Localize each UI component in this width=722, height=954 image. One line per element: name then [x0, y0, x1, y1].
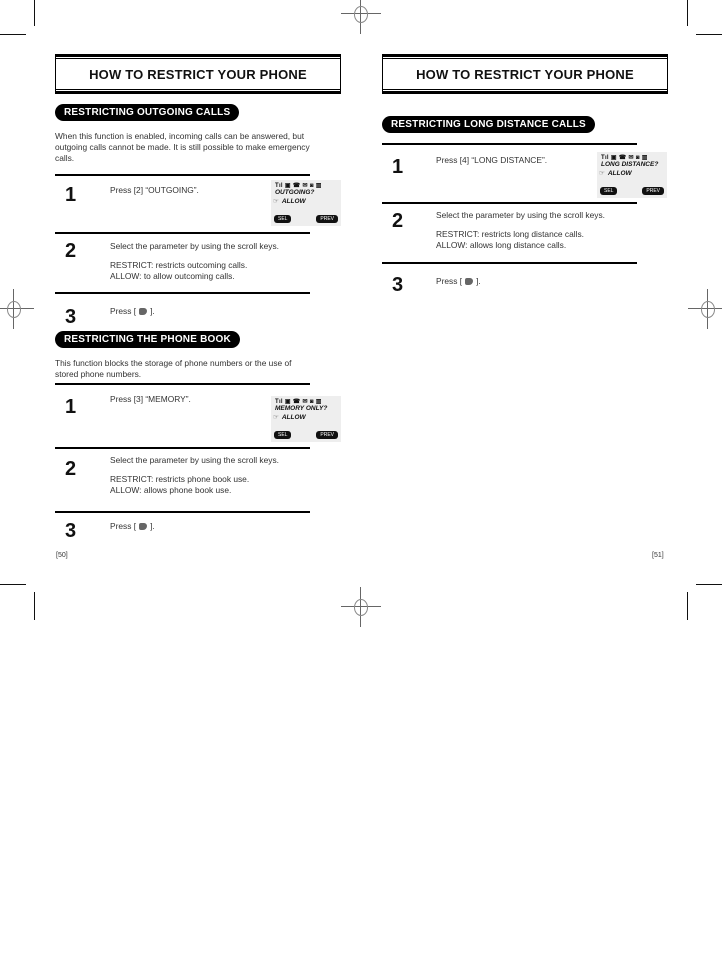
- pointer-icon: ☞: [273, 414, 279, 421]
- soft-key-sel: SEL: [274, 431, 292, 439]
- step-number: 3: [65, 306, 77, 328]
- screen-value: ☞ ALLOW: [599, 170, 632, 177]
- page-title-box: HOW TO RESTRICT YOUR PHONE: [382, 54, 668, 94]
- step-text: Press [4] “LONG DISTANCE”.: [436, 155, 548, 165]
- step-divider: [55, 447, 310, 449]
- step-text: Press [3] “MEMORY”.: [110, 394, 191, 404]
- step-number: 1: [65, 396, 77, 418]
- crop-mark: [687, 592, 688, 620]
- send-key-icon: [139, 308, 148, 315]
- crop-mark: [34, 0, 35, 26]
- screen-prompt: MEMORY ONLY?: [275, 405, 328, 412]
- status-icons: Tıl ▣ ☎ ✉ ◙ ▥: [275, 183, 322, 189]
- step-text: Select the parameter by using the scroll…: [436, 210, 605, 250]
- section-heading: RESTRICTING LONG DISTANCE CALLS: [382, 116, 595, 133]
- page-title: HOW TO RESTRICT YOUR PHONE: [89, 66, 307, 82]
- pointer-icon: ☞: [599, 170, 605, 177]
- section-intro: This function blocks the storage of phon…: [55, 358, 292, 379]
- page-number: [51]: [652, 552, 664, 559]
- step-number: 3: [65, 520, 77, 542]
- step-divider: [55, 511, 310, 513]
- step-text: Press [].: [436, 276, 481, 286]
- phone-screen: Tıl ▣ ☎ ✉ ◙ ▥ LONG DISTANCE? ☞ ALLOW SEL …: [597, 152, 667, 198]
- crop-mark: [0, 584, 26, 585]
- soft-key-sel: SEL: [600, 187, 618, 195]
- step-divider: [55, 174, 310, 176]
- screen-prompt: OUTGOING?: [275, 189, 315, 196]
- step-text: Press [].: [110, 521, 155, 531]
- step-number: 3: [392, 274, 404, 296]
- step-text: Select the parameter by using the scroll…: [110, 455, 279, 495]
- step-divider: [55, 292, 310, 294]
- crop-mark: [687, 0, 688, 26]
- phone-screen: Tıl ▣ ☎ ✉ ◙ ▥ OUTGOING? ☞ ALLOW SEL PREV: [271, 180, 341, 226]
- page-number: [50]: [56, 552, 68, 559]
- step-number: 2: [65, 240, 77, 262]
- screen-prompt: LONG DISTANCE?: [601, 161, 659, 168]
- send-key-icon: [465, 278, 474, 285]
- step-number: 2: [392, 210, 404, 232]
- section-heading: RESTRICTING THE PHONE BOOK: [55, 331, 240, 348]
- screen-value: ☞ ALLOW: [273, 198, 306, 205]
- registration-mark: [341, 0, 381, 34]
- step-divider: [382, 143, 637, 145]
- step-text: Press [].: [110, 306, 155, 316]
- crop-mark: [696, 584, 722, 585]
- step-number: 1: [392, 156, 404, 178]
- crop-mark: [0, 34, 26, 35]
- soft-key-prev: PREV: [316, 431, 338, 439]
- send-key-icon: [139, 523, 148, 530]
- registration-mark: [0, 289, 34, 329]
- soft-key-prev: PREV: [642, 187, 664, 195]
- step-number: 2: [65, 458, 77, 480]
- step-text: Press [2] “OUTGOING”.: [110, 185, 199, 195]
- screen-value: ☞ ALLOW: [273, 414, 306, 421]
- registration-mark: [341, 587, 381, 627]
- step-divider: [55, 232, 310, 234]
- soft-key-prev: PREV: [316, 215, 338, 223]
- soft-key-sel: SEL: [274, 215, 292, 223]
- step-text: Select the parameter by using the scroll…: [110, 241, 279, 281]
- page-title: HOW TO RESTRICT YOUR PHONE: [416, 66, 634, 82]
- registration-mark: [688, 289, 722, 329]
- phone-screen: Tıl ▣ ☎ ✉ ◙ ▥ MEMORY ONLY? ☞ ALLOW SEL PR…: [271, 396, 341, 442]
- step-divider: [382, 262, 637, 264]
- section-intro: When this function is enabled, incoming …: [55, 131, 310, 163]
- step-number: 1: [65, 184, 77, 206]
- step-divider: [382, 202, 637, 204]
- step-divider: [55, 383, 310, 385]
- status-icons: Tıl ▣ ☎ ✉ ◙ ▥: [275, 399, 322, 405]
- section-heading: RESTRICTING OUTGOING CALLS: [55, 104, 240, 121]
- page-title-box: HOW TO RESTRICT YOUR PHONE: [55, 54, 341, 94]
- crop-mark: [696, 34, 722, 35]
- status-icons: Tıl ▣ ☎ ✉ ◙ ▥: [601, 155, 648, 161]
- crop-mark: [34, 592, 35, 620]
- pointer-icon: ☞: [273, 198, 279, 205]
